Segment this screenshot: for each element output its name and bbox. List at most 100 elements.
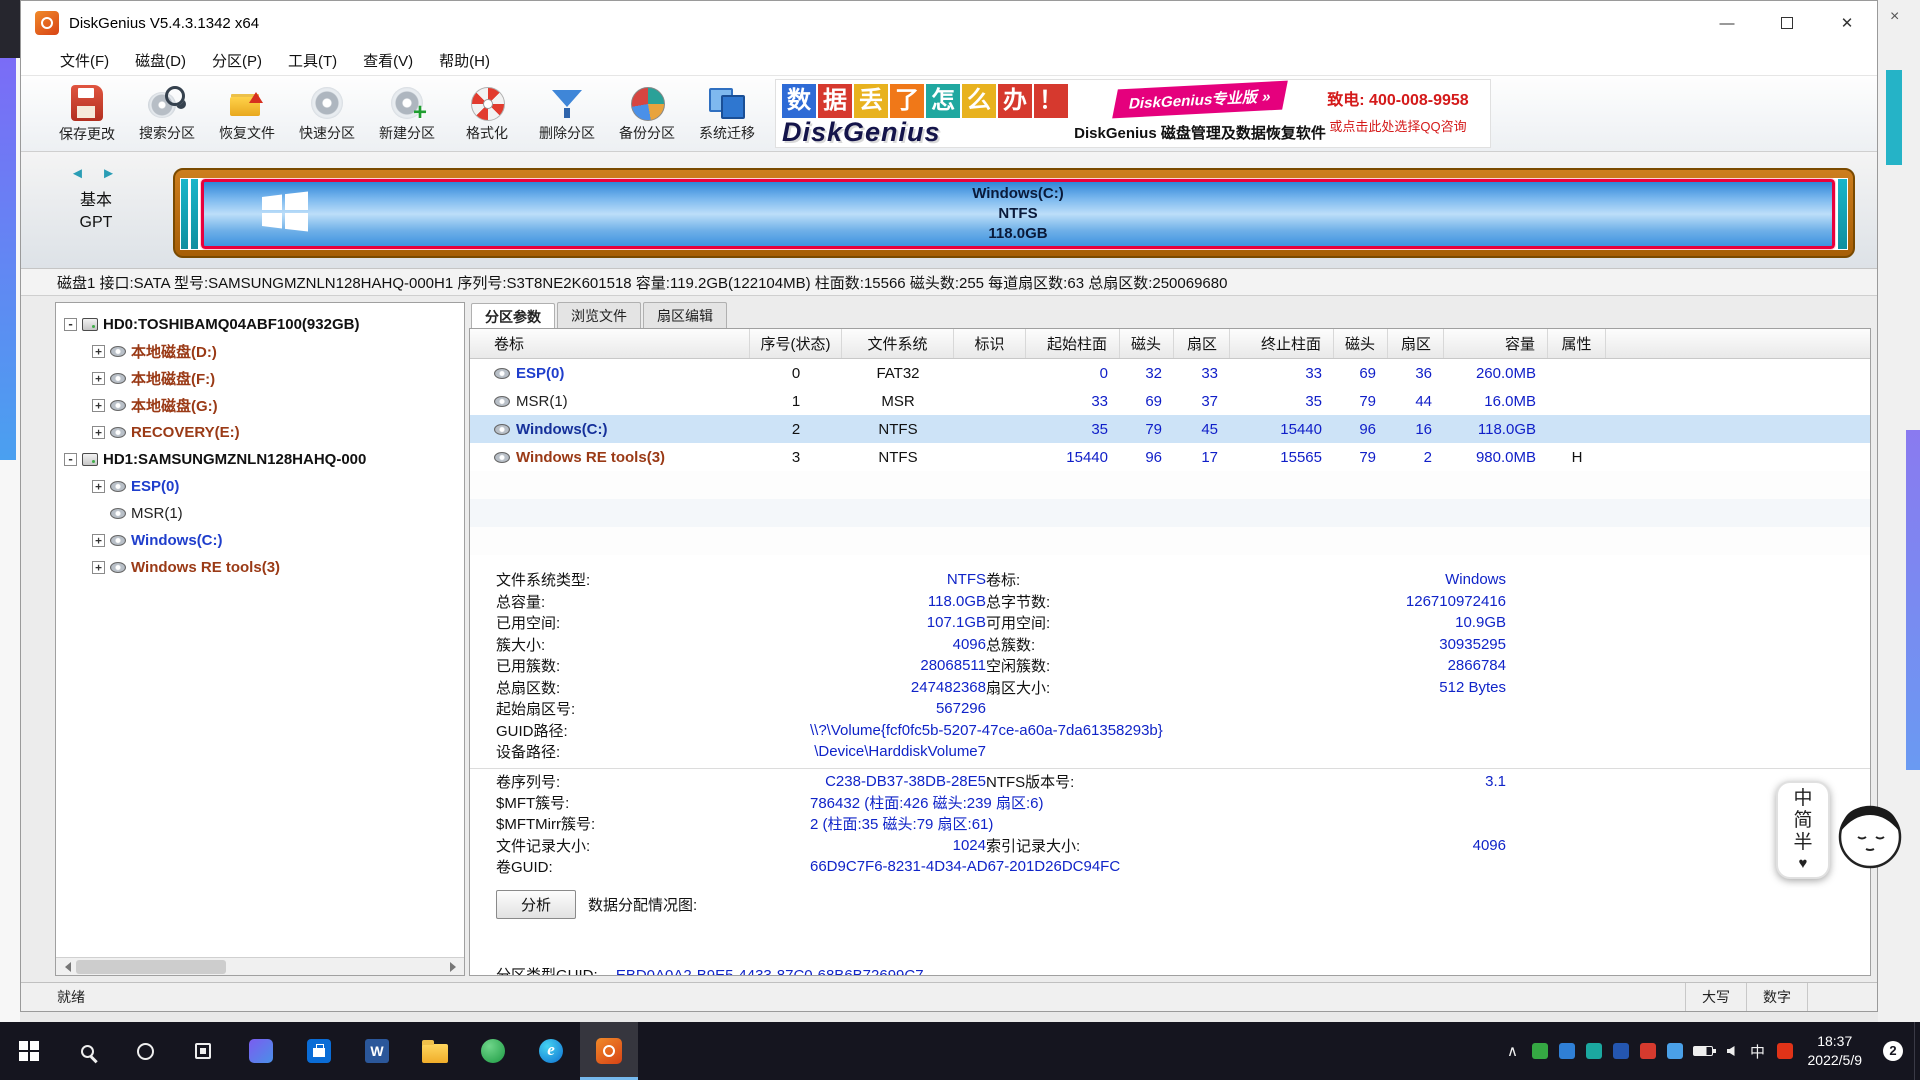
ad-banner[interactable]: 数据丢了怎么办！ DiskGenius DiskGenius专业版 » Disk… (775, 79, 1491, 148)
ime-indicator[interactable]: 中 (1749, 1022, 1767, 1080)
new-partition-button[interactable]: 新建分区 (367, 76, 447, 151)
battery-icon[interactable] (1693, 1022, 1713, 1080)
teal-tray-icon[interactable] (1585, 1022, 1603, 1080)
column-header[interactable]: 标识 (954, 329, 1026, 358)
minimize-button[interactable]: — (1697, 1, 1757, 45)
column-header[interactable]: 序号(状态) (750, 329, 842, 358)
esp-partition-segment[interactable] (181, 179, 188, 249)
tree-item-local-d[interactable]: +本地磁盘(D:) (56, 338, 464, 365)
msr-partition-segment[interactable] (191, 179, 198, 249)
maximize-button[interactable] (1757, 1, 1817, 45)
windows-c-partition-segment[interactable]: Windows(C:) NTFS 118.0GB (201, 179, 1835, 249)
delete-partition-button[interactable]: 删除分区 (527, 76, 607, 151)
menu-item-tools[interactable]: 工具(T) (275, 47, 350, 74)
column-header[interactable]: 终止柱面 (1230, 329, 1334, 358)
tree-item-esp[interactable]: +ESP(0) (56, 473, 464, 500)
menu-item-view[interactable]: 查看(V) (350, 47, 426, 74)
hidden-icons-chevron[interactable]: ∧ (1504, 1022, 1522, 1080)
tree-item-local-f[interactable]: +本地磁盘(F:) (56, 365, 464, 392)
start-button[interactable] (0, 1022, 58, 1080)
quick-partition-button[interactable]: 快速分区 (287, 76, 367, 151)
navy-tray-icon[interactable] (1612, 1022, 1630, 1080)
column-header[interactable]: 容量 (1444, 329, 1548, 358)
tab-partition-params[interactable]: 分区参数 (471, 303, 555, 329)
menu-item-file[interactable]: 文件(F) (47, 47, 122, 74)
analyze-button[interactable]: 分析 (496, 890, 576, 919)
column-header[interactable]: 卷标 (470, 329, 750, 358)
expand-icon[interactable]: + (92, 561, 105, 574)
collapse-icon[interactable]: - (64, 318, 77, 331)
recover-files-button[interactable]: 恢复文件 (207, 76, 287, 151)
column-header[interactable]: 扇区 (1174, 329, 1230, 358)
column-header[interactable]: 磁头 (1120, 329, 1174, 358)
menu-item-partition[interactable]: 分区(P) (199, 47, 275, 74)
blue-tray-icon[interactable] (1558, 1022, 1576, 1080)
tree-item-windows-c[interactable]: +Windows(C:) (56, 527, 464, 554)
tree-item-re-tools[interactable]: +Windows RE tools(3) (56, 554, 464, 581)
collapse-icon[interactable]: - (64, 453, 77, 466)
partition-row-esp[interactable]: ESP(0)0FAT3203233336936260.0MB (470, 359, 1870, 387)
column-header[interactable]: 文件系统 (842, 329, 954, 358)
recovery-partition-segment[interactable] (1838, 179, 1847, 249)
tab-browse-files[interactable]: 浏览文件 (557, 302, 641, 328)
partition-row-msr[interactable]: MSR(1)1MSR33693735794416.0MB (470, 387, 1870, 415)
taskbar-clock[interactable]: 18:37 2022/5/9 (1798, 1032, 1873, 1070)
expand-icon[interactable]: + (92, 426, 105, 439)
column-header[interactable]: 起始柱面 (1026, 329, 1120, 358)
partition-row-re-tools[interactable]: Windows RE tools(3)3NTFS1544096171556579… (470, 443, 1870, 471)
expand-icon[interactable]: + (92, 372, 105, 385)
action-center-button[interactable]: 2 (1872, 1022, 1914, 1080)
tree-item-hd0[interactable]: -HD0:TOSHIBAMQ04ABF100(932GB) (56, 311, 464, 338)
format-button[interactable]: 格式化 (447, 76, 527, 151)
diskgenius-task-button[interactable] (580, 1022, 638, 1080)
task-view-button[interactable] (174, 1022, 232, 1080)
partition-row-windows-c[interactable]: Windows(C:)2NTFS357945154409616118.0GB (470, 415, 1870, 443)
tree-item-hd1[interactable]: -HD1:SAMSUNGMZNLN128HAHQ-000 (56, 446, 464, 473)
show-desktop-button[interactable] (1914, 1022, 1920, 1080)
store-button[interactable] (290, 1022, 348, 1080)
save-changes-button[interactable]: 保存更改 (47, 76, 127, 151)
pinned-app-purple[interactable] (232, 1022, 290, 1080)
system-migration-button[interactable]: 系统迁移 (687, 76, 767, 151)
expand-icon[interactable]: + (92, 534, 105, 547)
search-button[interactable] (58, 1022, 116, 1080)
column-header[interactable]: 扇区 (1388, 329, 1444, 358)
tree-item-recovery-e[interactable]: +RECOVERY(E:) (56, 419, 464, 446)
menu-item-disk[interactable]: 磁盘(D) (122, 47, 199, 74)
expand-icon[interactable]: + (92, 345, 105, 358)
lightblue-tray-icon[interactable] (1666, 1022, 1684, 1080)
edge-button[interactable] (522, 1022, 580, 1080)
next-disk-arrow-icon[interactable]: ► (101, 165, 122, 182)
format-icon (468, 85, 506, 121)
menu-item-help[interactable]: 帮助(H) (426, 47, 503, 74)
scroll-right-icon[interactable] (446, 958, 464, 976)
cortana-button[interactable] (116, 1022, 174, 1080)
ime-widget-box[interactable]: 中简半♥ (1776, 781, 1830, 879)
scroll-left-icon[interactable] (56, 958, 74, 976)
red-app-tray-icon[interactable] (1776, 1022, 1794, 1080)
volume-icon[interactable] (1722, 1022, 1740, 1080)
ad-qq-link[interactable]: 或点击此处选择QQ咨询 (1306, 116, 1490, 135)
close-button[interactable]: ✕ (1817, 1, 1877, 45)
expand-icon[interactable]: + (92, 480, 105, 493)
tree-horizontal-scrollbar[interactable] (56, 957, 464, 975)
lightblue-tray-icon-dot (1667, 1043, 1683, 1059)
file-explorer-button[interactable] (406, 1022, 464, 1080)
red-tray-icon[interactable] (1639, 1022, 1657, 1080)
clock-date: 2022/5/9 (1808, 1051, 1863, 1070)
search-partition-button[interactable]: 搜索分区 (127, 76, 207, 151)
word-button[interactable] (348, 1022, 406, 1080)
green-tray-icon[interactable] (1531, 1022, 1549, 1080)
column-header[interactable]: 磁头 (1334, 329, 1388, 358)
scrollbar-thumb[interactable] (76, 960, 226, 974)
column-header[interactable]: 属性 (1548, 329, 1606, 358)
tab-sector-edit[interactable]: 扇区编辑 (643, 302, 727, 328)
pinned-app-green[interactable] (464, 1022, 522, 1080)
ime-floating-widget[interactable]: 中简半♥ (1776, 781, 1906, 880)
backup-partition-button[interactable]: 备份分区 (607, 76, 687, 151)
prev-disk-arrow-icon[interactable]: ◄ (70, 165, 91, 182)
expand-icon[interactable]: + (92, 399, 105, 412)
tree-item-msr[interactable]: MSR(1) (56, 500, 464, 527)
tree-item-local-g[interactable]: +本地磁盘(G:) (56, 392, 464, 419)
title-bar[interactable]: DiskGenius V5.4.3.1342 x64 — ✕ (21, 1, 1877, 45)
